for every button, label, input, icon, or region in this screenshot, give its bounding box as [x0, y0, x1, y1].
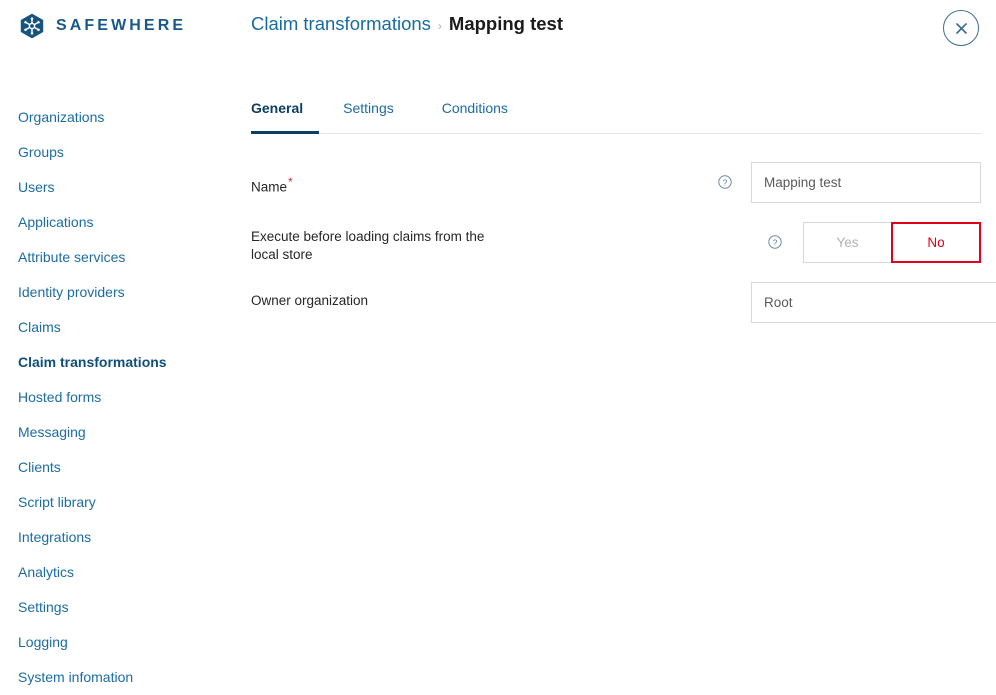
sidebar-item-hosted-forms[interactable]: Hosted forms: [0, 380, 230, 415]
sidebar-item-clients[interactable]: Clients: [0, 450, 230, 485]
sidebar-item-users[interactable]: Users: [0, 170, 230, 205]
app-header: SAFEWHERE Claim transformations › Mappin…: [0, 0, 996, 76]
svg-text:?: ?: [723, 178, 728, 187]
name-input[interactable]: [751, 162, 981, 203]
sidebar-item-identity-providers[interactable]: Identity providers: [0, 275, 230, 310]
brand-name: SAFEWHERE: [56, 17, 187, 34]
sidebar-item-analytics[interactable]: Analytics: [0, 555, 230, 590]
execute-before-label: Execute before loading claims from the l…: [251, 229, 485, 262]
sidebar-item-integrations[interactable]: Integrations: [0, 520, 230, 555]
sidebar-item-applications[interactable]: Applications: [0, 205, 230, 240]
sidebar-item-settings[interactable]: Settings: [0, 590, 230, 625]
help-icon[interactable]: ?: [718, 175, 732, 189]
brand-logo[interactable]: SAFEWHERE: [18, 12, 186, 40]
tab-general[interactable]: General: [251, 100, 320, 134]
owner-organization-label: Owner organization: [251, 293, 369, 308]
sidebar-item-messaging[interactable]: Messaging: [0, 415, 230, 450]
name-help-container: ?: [499, 162, 751, 189]
sidebar-item-organizations[interactable]: Organizations: [0, 100, 230, 135]
owner-organization-select[interactable]: Root: [751, 282, 996, 323]
sidebar-item-attribute-services[interactable]: Attribute services: [0, 240, 230, 275]
breadcrumb-parent-link[interactable]: Claim transformations: [251, 13, 431, 35]
sidebar-item-claim-transformations[interactable]: Claim transformations: [0, 345, 230, 380]
tab-conditions[interactable]: Conditions: [418, 100, 532, 133]
field-row-name: Name* ?: [251, 162, 981, 203]
help-icon[interactable]: ?: [768, 235, 782, 249]
name-label: Name*: [251, 162, 499, 197]
execute-before-toggle: Yes No: [803, 222, 981, 263]
sidebar-item-system-information[interactable]: System infomation: [0, 660, 230, 695]
close-icon: [955, 22, 967, 34]
field-row-execute-before: Execute before loading claims from the l…: [251, 222, 981, 264]
sidebar-item-claims[interactable]: Claims: [0, 310, 230, 345]
close-button[interactable]: [943, 10, 979, 46]
breadcrumb: Claim transformations › Mapping test: [251, 13, 563, 35]
tab-settings[interactable]: Settings: [319, 100, 418, 133]
toggle-option-no[interactable]: No: [891, 222, 981, 263]
execute-help-container: ?: [499, 222, 803, 249]
main-panel: General Settings Conditions Name* ? Exec…: [251, 100, 996, 323]
sidebar: Organizations Groups Users Applications …: [0, 100, 230, 695]
page-title: Mapping test: [448, 13, 564, 34]
sidebar-item-script-library[interactable]: Script library: [0, 485, 230, 520]
owner-organization-value[interactable]: Root: [751, 282, 996, 323]
svg-text:?: ?: [773, 238, 778, 247]
required-asterisk: *: [288, 175, 293, 189]
tab-bar: General Settings Conditions: [251, 100, 981, 134]
name-label-text: Name: [251, 179, 288, 195]
sidebar-item-groups[interactable]: Groups: [0, 135, 230, 170]
breadcrumb-separator-icon: ›: [437, 19, 442, 33]
toggle-option-yes[interactable]: Yes: [803, 222, 892, 263]
snowflake-hexagon-icon: [18, 12, 46, 40]
field-row-owner-organization: Owner organization Root: [251, 282, 996, 323]
sidebar-item-logging[interactable]: Logging: [0, 625, 230, 660]
